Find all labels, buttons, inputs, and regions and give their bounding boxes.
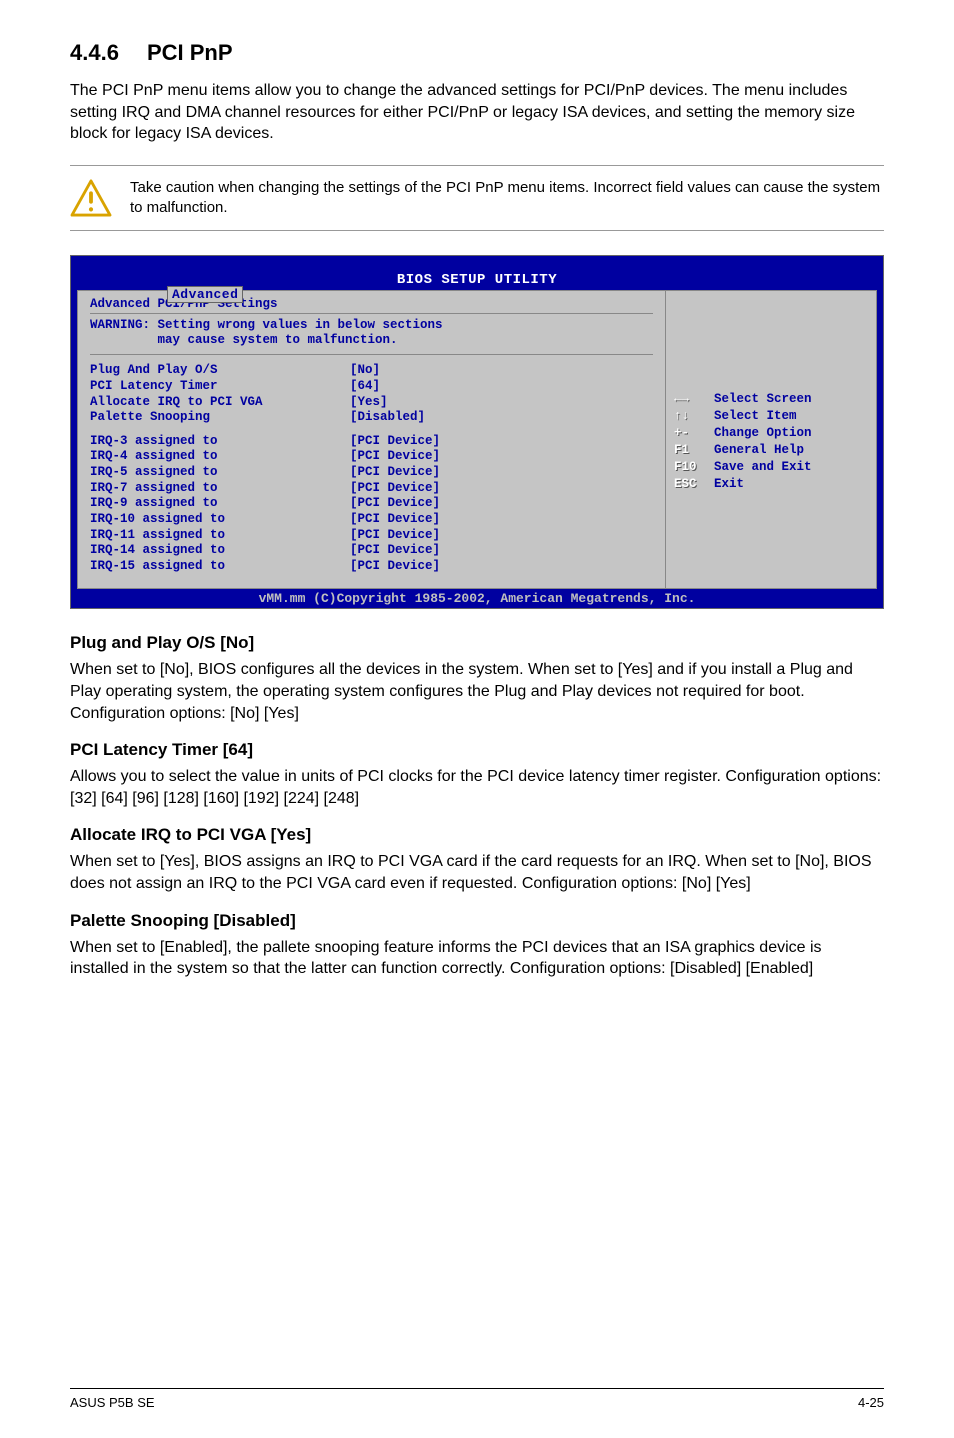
subsection-body: When set to [Yes], BIOS assigns an IRQ t… [70, 851, 884, 894]
subsection-heading: Plug and Play O/S [No] [70, 633, 884, 653]
bios-help-line: +-Change Option [674, 425, 868, 442]
subsection-heading: Palette Snooping [Disabled] [70, 911, 884, 931]
bios-warning-line2: may cause system to malfunction. [90, 333, 653, 348]
bios-settings-panel: Advanced PCI/PnP Settings WARNING: Setti… [78, 291, 666, 588]
caution-text: Take caution when changing the settings … [130, 178, 884, 219]
bios-warning-line1: WARNING: Setting wrong values in below s… [90, 318, 653, 333]
bios-setting-row: PCI Latency Timer[64] [90, 379, 653, 395]
bios-help-line: ↑↓Select Item [674, 408, 868, 425]
bios-irq-row: IRQ-11 assigned to[PCI Device] [90, 528, 653, 544]
subsection: PCI Latency Timer [64] Allows you to sel… [70, 740, 884, 809]
footer-right: 4-25 [858, 1395, 884, 1410]
bios-irq-row: IRQ-3 assigned to[PCI Device] [90, 434, 653, 450]
bios-title-bar: BIOS SETUP UTILITY Advanced [77, 270, 877, 290]
bios-irq-row: IRQ-15 assigned to[PCI Device] [90, 559, 653, 575]
subsection: Palette Snooping [Disabled] When set to … [70, 911, 884, 980]
bios-tab-advanced: Advanced [167, 286, 243, 303]
bios-irq-row: IRQ-4 assigned to[PCI Device] [90, 449, 653, 465]
bios-title: BIOS SETUP UTILITY [397, 272, 557, 288]
caution-icon [70, 179, 112, 217]
bios-irq-row: IRQ-9 assigned to[PCI Device] [90, 496, 653, 512]
bios-help-line: F10Save and Exit [674, 459, 868, 476]
subsection-heading: PCI Latency Timer [64] [70, 740, 884, 760]
bios-help-line: ←→Select Screen [674, 391, 868, 408]
footer-left: ASUS P5B SE [70, 1395, 155, 1410]
bios-setting-row: Plug And Play O/S[No] [90, 363, 653, 379]
bios-irq-row: IRQ-5 assigned to[PCI Device] [90, 465, 653, 481]
section-name: PCI PnP [147, 40, 233, 65]
bios-setting-row: Allocate IRQ to PCI VGA[Yes] [90, 395, 653, 411]
bios-help-panel: ←→Select Screen ↑↓Select Item +-Change O… [666, 291, 876, 588]
intro-paragraph: The PCI PnP menu items allow you to chan… [70, 80, 884, 145]
section-heading: 4.4.6 PCI PnP [70, 40, 884, 66]
bios-irq-row: IRQ-7 assigned to[PCI Device] [90, 481, 653, 497]
subsection: Allocate IRQ to PCI VGA [Yes] When set t… [70, 825, 884, 894]
bios-copyright: vMM.mm (C)Copyright 1985-2002, American … [71, 589, 883, 608]
page-footer: ASUS P5B SE 4-25 [70, 1388, 884, 1410]
subsection-body: Allows you to select the value in units … [70, 766, 884, 809]
bios-help-line: F1General Help [674, 442, 868, 459]
subsection-heading: Allocate IRQ to PCI VGA [Yes] [70, 825, 884, 845]
subsection: Plug and Play O/S [No] When set to [No],… [70, 633, 884, 724]
bios-warning: WARNING: Setting wrong values in below s… [90, 318, 653, 355]
caution-box: Take caution when changing the settings … [70, 165, 884, 232]
subsection-body: When set to [No], BIOS configures all th… [70, 659, 884, 724]
bios-screenshot: BIOS SETUP UTILITY Advanced Advanced PCI… [70, 255, 884, 609]
subsection-body: When set to [Enabled], the pallete snoop… [70, 937, 884, 980]
bios-help-line: ESCExit [674, 476, 868, 493]
section-number: 4.4.6 [70, 40, 119, 66]
bios-irq-row: IRQ-10 assigned to[PCI Device] [90, 512, 653, 528]
bios-setting-row: Palette Snooping[Disabled] [90, 410, 653, 426]
bios-irq-row: IRQ-14 assigned to[PCI Device] [90, 543, 653, 559]
